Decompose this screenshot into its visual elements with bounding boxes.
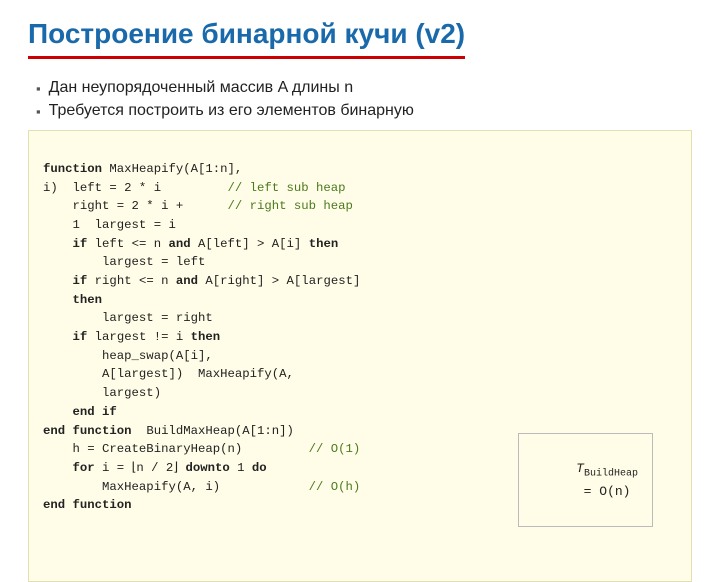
bullet-icon-1: ▪: [36, 81, 41, 96]
bullet-text-2: Требуется построить из его элементов бин…: [49, 102, 414, 120]
slide: Построение бинарной кучи (v2) ▪ Дан неуп…: [0, 0, 720, 540]
complexity-box: TBuildHeap = O(n): [518, 433, 653, 527]
code-block: function MaxHeapify(A[1:n], i) left = 2 …: [28, 130, 692, 582]
complexity-label: T: [576, 461, 584, 476]
complexity-subscript: BuildHeap: [584, 468, 638, 479]
bullet-icon-2: ▪: [36, 104, 41, 119]
bullets-list: ▪ Дан неупорядоченный массив A длины n ▪…: [36, 79, 692, 120]
slide-title: Построение бинарной кучи (v2): [28, 18, 465, 59]
complexity-value: = O(n): [584, 484, 631, 499]
bullet-item-2: ▪ Требуется построить из его элементов б…: [36, 102, 692, 120]
bullet-item-1: ▪ Дан неупорядоченный массив A длины n: [36, 79, 692, 97]
bullet-text-1: Дан неупорядоченный массив A длины n: [49, 79, 354, 97]
